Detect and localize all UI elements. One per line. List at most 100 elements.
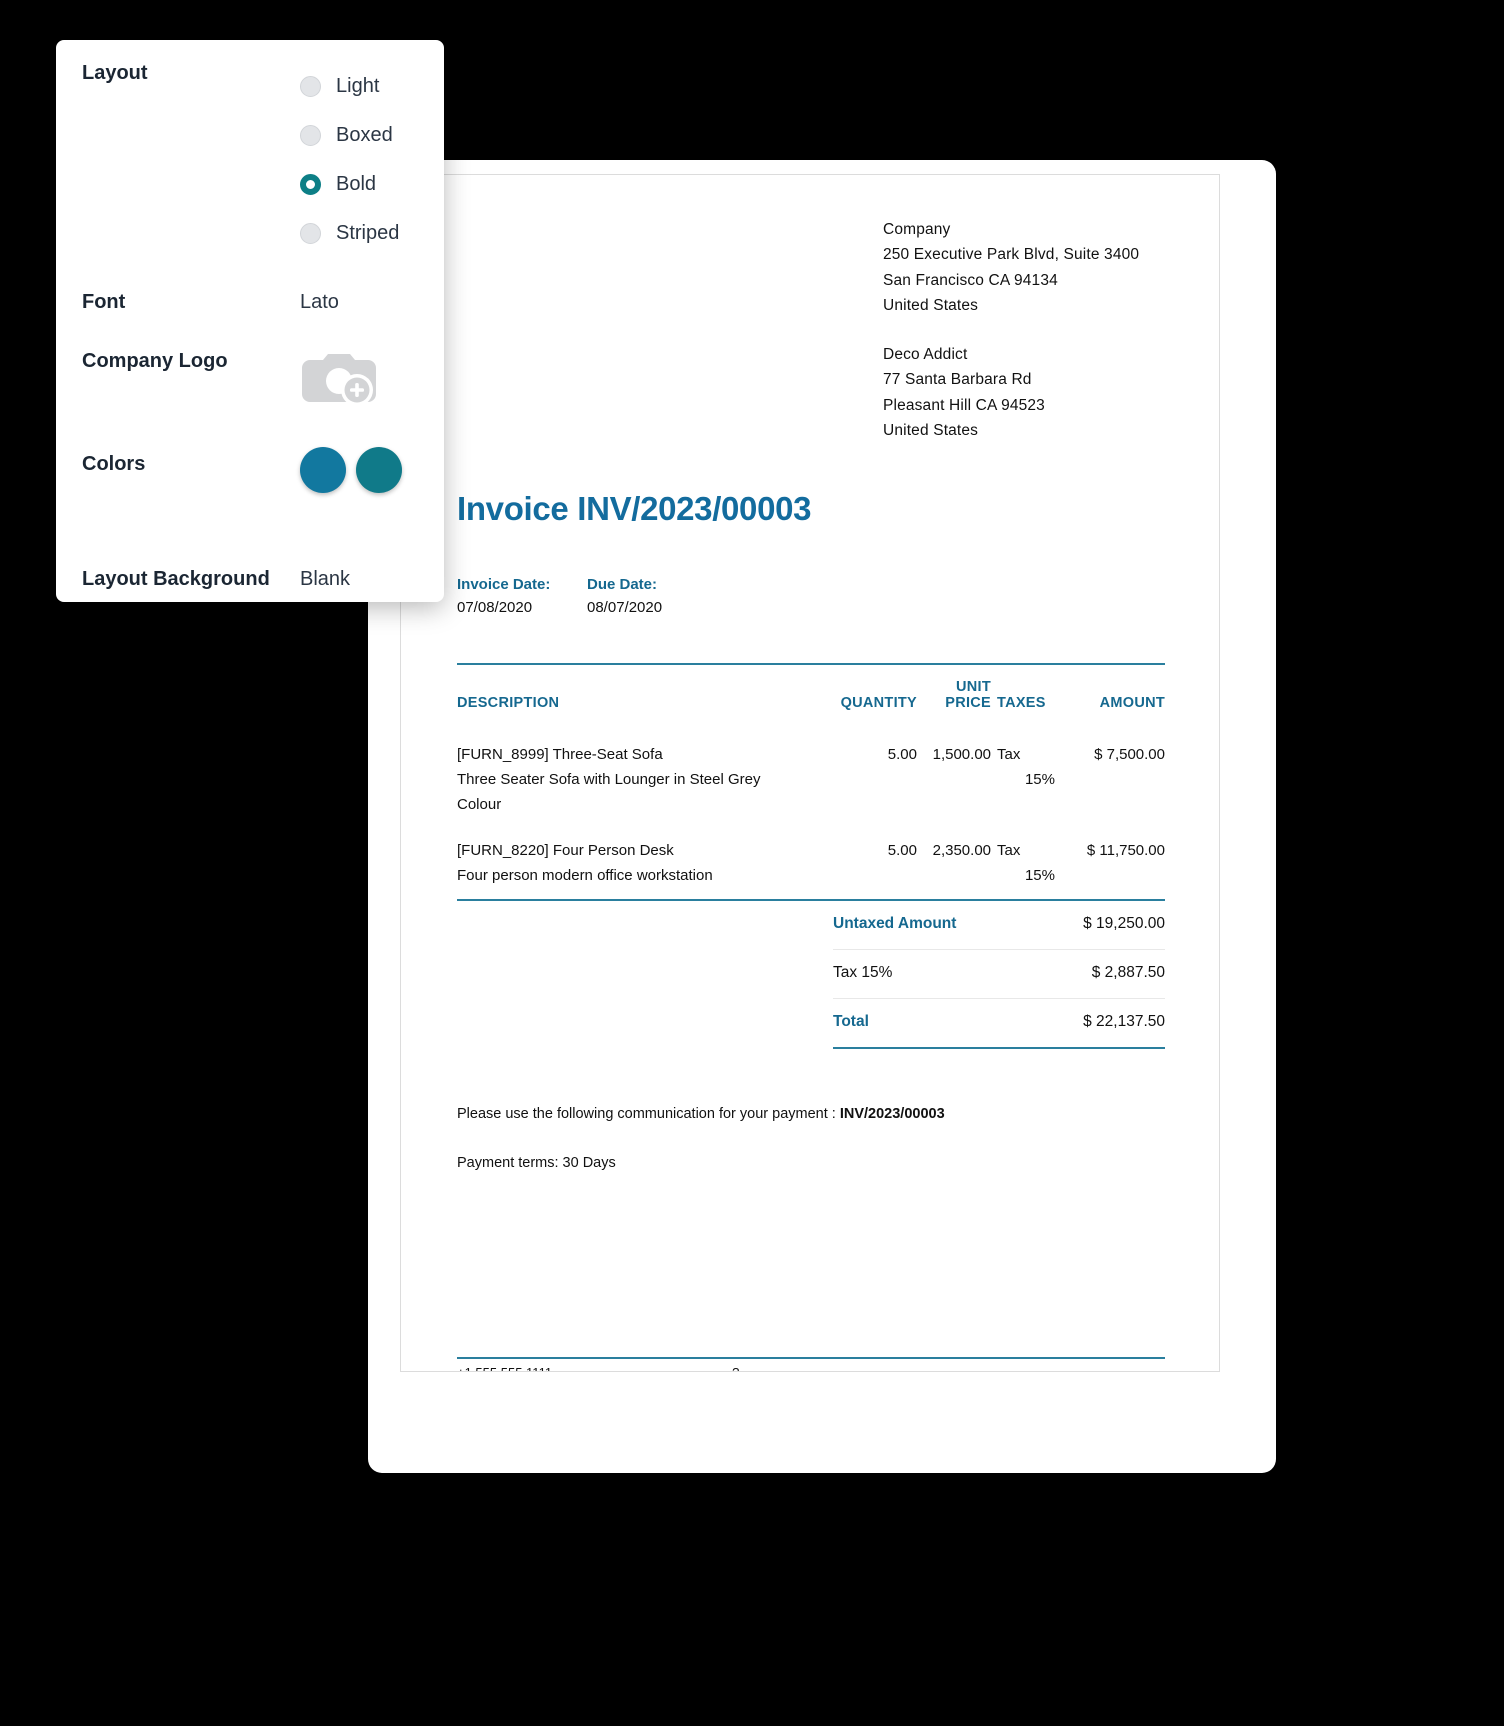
header-unit-price-line2: PRICE [945, 695, 991, 711]
header-amount: AMOUNT [1099, 695, 1165, 711]
customer-address-line2: Pleasant Hill CA 94523 [883, 396, 1045, 414]
row-taxes: Tax 15% [997, 721, 1059, 817]
camera-add-icon[interactable] [300, 346, 382, 410]
header-unit-price-line1: UNIT [956, 679, 991, 695]
font-label: Font [82, 291, 126, 313]
tax-label: Tax 15% [833, 964, 893, 981]
invoice-date-value: 07/08/2020 [457, 599, 533, 617]
payment-communication-prefix: Please use the following communication f… [457, 1106, 840, 1122]
layout-option-striped-label: Striped [336, 222, 400, 244]
font-value[interactable]: Lato [300, 291, 339, 314]
payment-terms: Payment terms: 30 Days [457, 1155, 616, 1172]
layout-background-value[interactable]: Blank [300, 568, 350, 591]
payment-notes: Please use the following communication f… [457, 1103, 1157, 1175]
row-amount: $ 7,500.00 [1094, 746, 1165, 763]
color-swatch-secondary[interactable] [356, 447, 402, 493]
radio-icon[interactable] [300, 223, 321, 244]
layout-radio-group: Light Boxed Bold Striped [300, 40, 399, 258]
screen: Company 250 Executive Park Blvd, Suite 3… [0, 0, 1504, 1726]
row-tax-name: Tax [997, 842, 1021, 860]
customer-country: United States [883, 421, 979, 439]
row-taxes: Tax 15% [997, 817, 1059, 889]
company-address-line1: 250 Executive Park Blvd, Suite 3400 [883, 246, 1140, 264]
layout-option-light-label: Light [336, 75, 380, 97]
untaxed-amount-label: Untaxed Amount [833, 915, 957, 932]
untaxed-amount-value: $ 19,250.00 [1083, 915, 1165, 932]
customer-name: Deco Addict [883, 346, 968, 363]
row-unit-price: 1,500.00 [932, 746, 991, 763]
company-country: United States [883, 296, 979, 314]
header-quantity: QUANTITY [840, 695, 917, 711]
row-tax-pct: 15% [1024, 770, 1055, 788]
radio-icon[interactable] [300, 76, 321, 97]
payment-reference: INV/2023/00003 [839, 1106, 945, 1122]
company-logo-upload[interactable] [300, 346, 382, 415]
colors-setting-row: Colors [82, 447, 418, 493]
totals-section: Untaxed Amount $ 19,250.00 Tax 15% $ 2,8… [833, 901, 1165, 1049]
company-address-line2: San Francisco CA 94134 [883, 271, 1058, 289]
layout-option-light[interactable]: Light [300, 62, 399, 111]
footer-phone: +1 555 555 1111 [457, 1365, 552, 1371]
footer-text: +1 555 555 1111 ? [457, 1365, 1165, 1371]
table-header-row: DESCRIPTION QUANTITY UNIT PRICE TAXES AM… [457, 665, 1165, 721]
row-item-description: Four person modern office workstation [457, 867, 713, 884]
due-date-value: 08/07/2020 [587, 599, 663, 617]
colors-label: Colors [82, 453, 146, 475]
tax-value: $ 2,887.50 [1091, 964, 1165, 981]
color-swatches [300, 447, 402, 493]
due-date: Due Date: 08/07/2020 [587, 573, 662, 620]
color-swatch-primary[interactable] [300, 447, 346, 493]
layout-background-setting-row: Layout Background Blank [82, 568, 418, 591]
row-quantity: 5.00 [887, 746, 917, 763]
radio-icon[interactable] [300, 125, 321, 146]
invoice-paper: Company 250 Executive Park Blvd, Suite 3… [400, 174, 1220, 1372]
row-description: [FURN_8999] Three-Seat Sofa Three Seater… [457, 721, 817, 817]
layout-background-label: Layout Background [82, 568, 270, 590]
layout-option-boxed-label: Boxed [336, 124, 393, 146]
row-quantity: 5.00 [887, 842, 917, 860]
layout-setting-row: Layout Light Boxed Bold Striped [82, 40, 418, 258]
company-address: Company 250 Executive Park Blvd, Suite 3… [883, 217, 1139, 318]
invoice-dates: Invoice Date: 07/08/2020 Due Date: 08/07… [457, 573, 662, 620]
layout-option-bold-label: Bold [336, 173, 377, 195]
radio-checked-icon[interactable] [300, 174, 321, 195]
line-items-table: DESCRIPTION QUANTITY UNIT PRICE TAXES AM… [457, 663, 1165, 901]
table-row: [FURN_8220] Four Person Desk Four person… [457, 817, 1165, 889]
customer-address: Deco Addict 77 Santa Barbara Rd Pleasant… [883, 342, 1139, 443]
design-settings-panel: Layout Light Boxed Bold Striped Font Lat… [56, 40, 444, 602]
footer-rule [457, 1357, 1165, 1359]
total-value: $ 22,137.50 [1083, 1013, 1165, 1030]
invoice-date: Invoice Date: 07/08/2020 [457, 573, 557, 620]
font-setting-row: Font Lato [82, 291, 418, 314]
invoice-preview-card: Company 250 Executive Park Blvd, Suite 3… [368, 160, 1276, 1473]
company-logo-label: Company Logo [82, 350, 228, 372]
footer-extra: ? [732, 1365, 739, 1371]
payment-communication: Please use the following communication f… [457, 1103, 1157, 1126]
row-unit-price: 2,350.00 [932, 842, 991, 860]
row-amount: $ 11,750.00 [1086, 842, 1165, 860]
row-item-name: [FURN_8220] Four Person Desk [457, 842, 674, 860]
table-body: [FURN_8999] Three-Seat Sofa Three Seater… [457, 721, 1165, 889]
layout-option-bold[interactable]: Bold [300, 160, 399, 209]
row-description: [FURN_8220] Four Person Desk Four person… [457, 817, 817, 889]
company-logo-setting-row: Company Logo [82, 350, 418, 415]
table-row: [FURN_8999] Three-Seat Sofa Three Seater… [457, 721, 1165, 817]
row-item-name: [FURN_8999] Three-Seat Sofa [457, 746, 663, 763]
company-name: Company [883, 221, 951, 238]
total-row: Total $ 22,137.50 [833, 998, 1165, 1047]
tax-row: Tax 15% $ 2,887.50 [833, 949, 1165, 998]
invoice-date-label: Invoice Date: [457, 576, 551, 593]
header-unit-price: UNIT PRICE [917, 665, 997, 721]
row-item-description: Three Seater Sofa with Lounger in Steel … [457, 770, 761, 813]
layout-option-striped[interactable]: Striped [300, 209, 399, 258]
row-tax-pct: 15% [1024, 867, 1055, 884]
untaxed-amount-row: Untaxed Amount $ 19,250.00 [833, 901, 1165, 949]
invoice-title: Invoice INV/2023/00003 [457, 490, 812, 527]
address-block: Company 250 Executive Park Blvd, Suite 3… [883, 217, 1139, 443]
due-date-label: Due Date: [587, 576, 658, 593]
totals-bottom-rule [833, 1047, 1165, 1049]
row-tax-name: Tax [997, 746, 1021, 763]
layout-label: Layout [82, 62, 148, 84]
layout-option-boxed[interactable]: Boxed [300, 111, 399, 160]
total-label: Total [833, 1013, 869, 1030]
